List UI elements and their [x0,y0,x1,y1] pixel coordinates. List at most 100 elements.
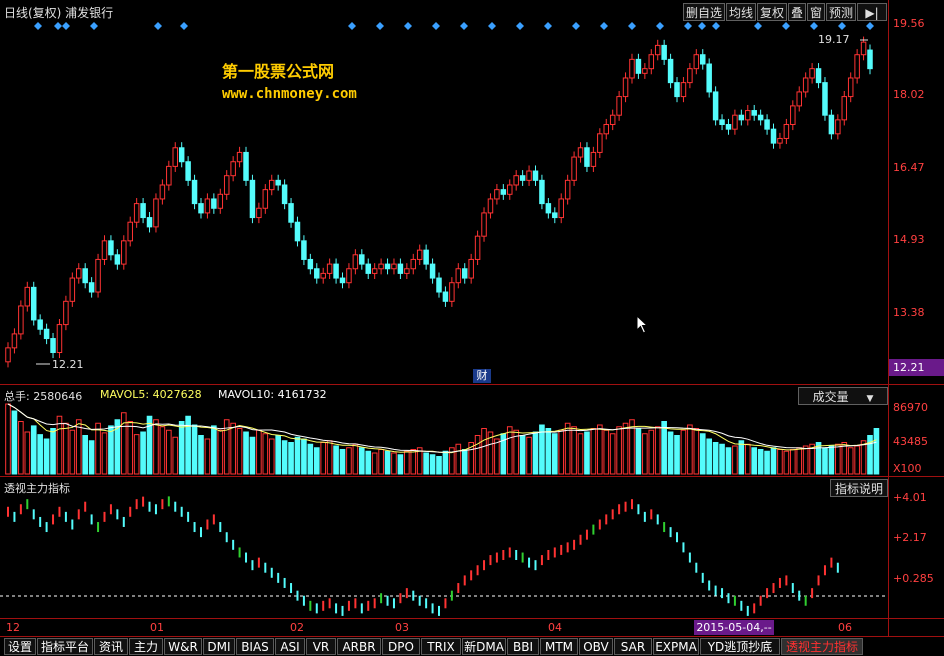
mouse-cursor-icon [636,315,649,334]
volume-bar [693,428,700,475]
tab-透视主力指标[interactable]: 透视主力指标 [781,638,863,655]
x-month-label: 04 [548,621,562,634]
volume-bar [616,426,622,475]
candle-body [571,156,577,181]
candle-body [365,263,371,274]
indicator-mark [161,499,164,510]
stock-chart-window: 日线(复权) 浦发银行 删自选 均线 复权 叠 窗 预测 ▶| 第一股票公式网 … [0,0,944,656]
tab-ASI[interactable]: ASI [275,638,305,655]
candle-body [790,105,796,126]
indicator-mark [167,496,170,507]
volume-bar [30,425,37,475]
candle-body [159,184,166,200]
volume-bar [841,442,848,475]
tab-W&R[interactable]: W&R [164,638,202,655]
candle-body [867,49,873,70]
volume-bar [590,428,597,475]
indicator-mark [154,504,157,515]
signal-diamond-icon [810,22,818,30]
candle-body [828,114,835,135]
signal-diamond-icon [656,22,664,30]
candle-body [243,151,249,181]
indicator-mark [508,547,511,558]
volume-bar [95,422,101,475]
tab-MTM[interactable]: MTM [540,638,578,655]
volume-bar [783,450,790,475]
tab-资讯[interactable]: 资讯 [94,638,128,655]
tab-DPO[interactable]: DPO [382,638,420,655]
indicator-mark [52,514,55,525]
tab-SAR[interactable]: SAR [614,638,652,655]
candle-body [275,179,281,186]
volume-bar [751,447,758,475]
indicator-mark [618,504,621,515]
indicator-mark [270,567,273,578]
tab-BIAS[interactable]: BIAS [236,638,274,655]
indicator-mark [817,575,820,586]
tab-EXPMA[interactable]: EXPMA [653,638,699,655]
volume-bar [82,435,89,475]
tab-ARBR[interactable]: ARBR [337,638,381,655]
signal-diamond-icon [838,22,846,30]
indicator-mark [129,506,132,517]
candle-body [815,68,822,84]
tab-OBV[interactable]: OBV [579,638,613,655]
candle-body [50,338,56,354]
volume-bar [236,428,243,475]
indicator-mark [45,522,48,533]
volume-bar [526,436,532,475]
tab-设置[interactable]: 设置 [4,638,36,655]
price-axis-label: 19.56 [893,17,925,30]
candle-body [18,305,24,335]
volume-bar [243,431,249,475]
tab-新DMA[interactable]: 新DMA [462,638,506,655]
volume-bar [642,433,648,475]
candle-body [281,184,288,205]
indicator-mark [592,524,595,535]
tab-DMI[interactable]: DMI [203,638,235,655]
xaxis-tabs-divider [0,636,944,637]
indicator-mark [457,583,460,594]
indicator-mark [77,509,80,520]
chart-canvas[interactable] [0,0,888,618]
volume-bar [789,449,796,475]
volume-bar [494,438,500,475]
candle-body [526,170,532,181]
volume-bar [699,433,706,475]
indicator-mark [405,588,408,599]
signal-diamond-icon [348,22,356,30]
tab-VR[interactable]: VR [306,638,336,655]
indicator-mark [521,552,524,563]
tab-BBI[interactable]: BBI [507,638,539,655]
indicator-mark [643,511,646,522]
candle-body [751,110,757,116]
volume-bar [43,438,50,475]
candle-body [507,184,513,195]
candle-body [577,147,584,158]
candle-body [745,110,751,121]
volume-bar [461,449,468,475]
volume-bar [551,433,558,475]
candle-body [56,324,63,354]
indicator-mark [148,501,151,512]
indicator-mark [257,557,260,568]
candle-body [121,240,127,265]
candle-body [661,44,667,60]
indicator-mark [766,588,769,599]
indicator-mark [733,595,736,606]
indicator-mark [650,509,653,520]
candle-body [166,165,172,186]
tab-主力[interactable]: 主力 [129,638,163,655]
indicator-mark [450,590,453,601]
indicator-mark [489,555,492,566]
tab-YD逃顶抄底[interactable]: YD逃顶抄底 [700,638,780,655]
candle-body [693,54,700,70]
indicator-mark [19,504,22,515]
signal-diamond-icon [628,22,636,30]
indicator-mark [225,532,228,543]
candle-body [352,254,359,270]
signal-diamond-icon [62,22,70,30]
tab-指标平台[interactable]: 指标平台 [37,638,93,655]
volume-bar [198,435,204,475]
tab-TRIX[interactable]: TRIX [421,638,461,655]
